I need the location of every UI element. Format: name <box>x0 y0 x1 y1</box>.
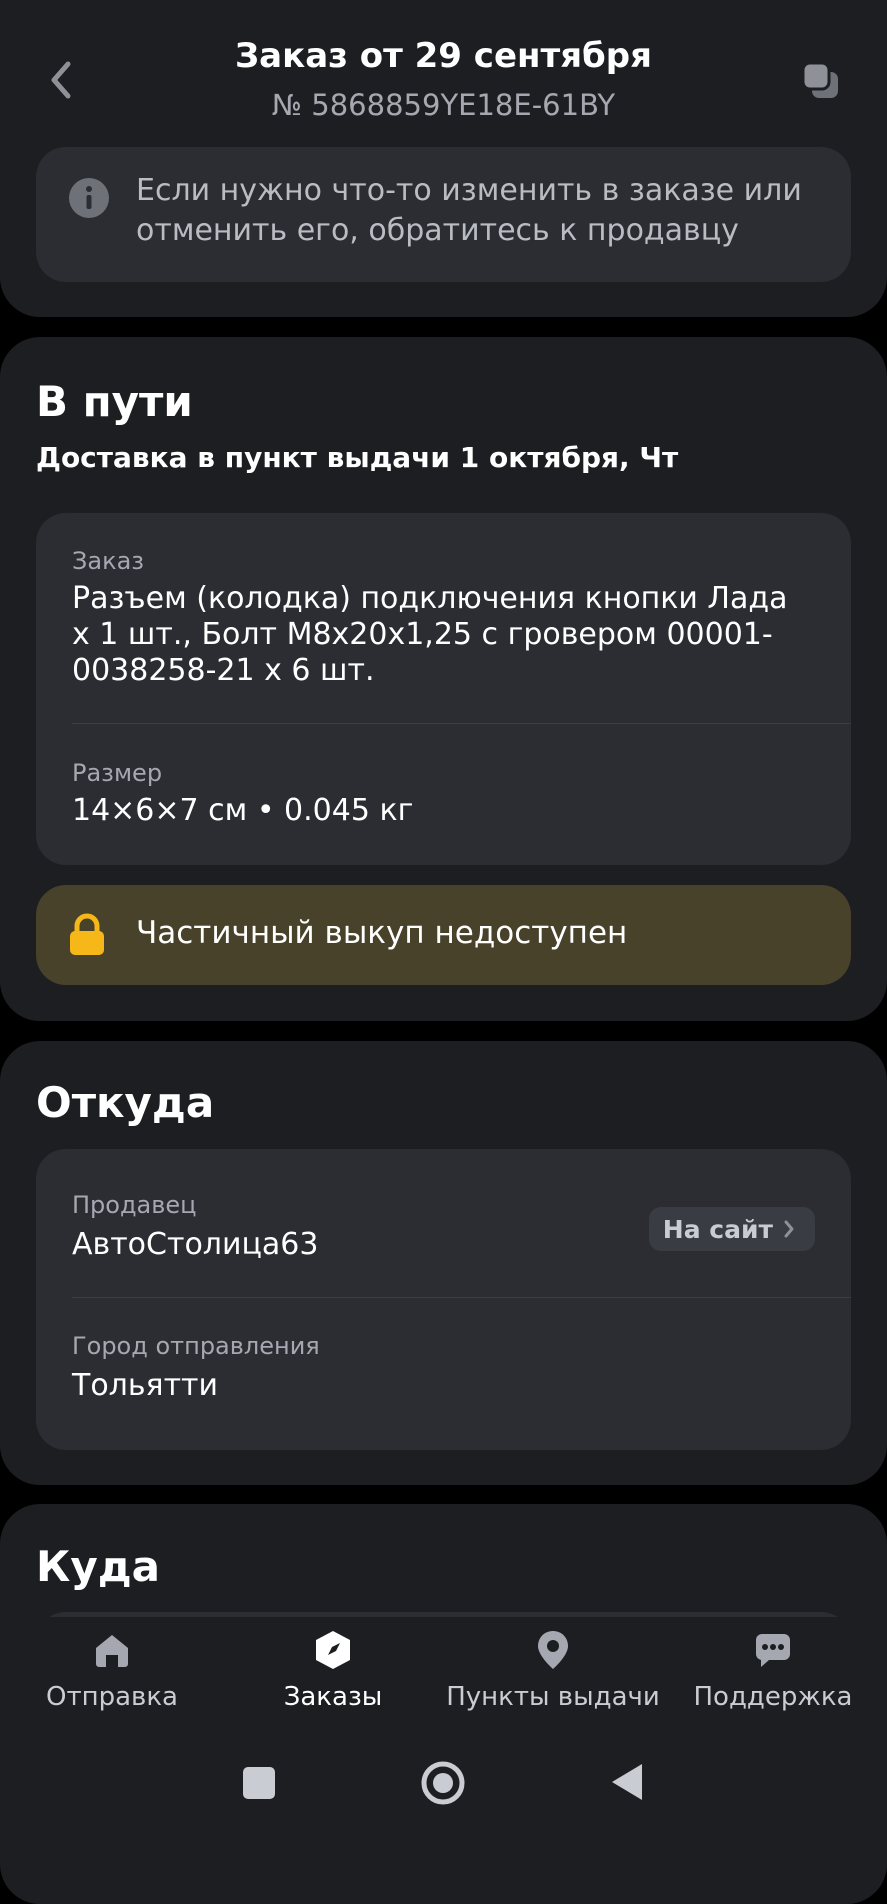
to-site-label: На сайт <box>662 1214 773 1244</box>
city-label: Город отправления <box>72 1332 320 1360</box>
delivery-date: Доставка в пункт выдачи 1 октября, Чт <box>36 441 679 474</box>
partial-buyout-banner: Частичный выкуп недоступен <box>36 885 851 985</box>
size-label: Размер <box>72 759 163 787</box>
divider <box>72 723 851 724</box>
from-title: Откуда <box>36 1078 215 1127</box>
size-value: 14×6×7 см • 0.045 кг <box>72 793 414 828</box>
nav-label-orders: Заказы <box>283 1682 383 1712</box>
to-title: Куда <box>36 1542 160 1591</box>
order-number: № 5868859YE18E-61BY <box>271 88 616 122</box>
nav-item-send[interactable]: Отправка <box>2 1628 222 1712</box>
map-pin-icon <box>538 1631 568 1669</box>
lock-icon <box>70 913 104 955</box>
chevron-right-icon <box>784 1220 794 1238</box>
nav-item-orders[interactable]: Заказы <box>223 1628 443 1712</box>
to-site-button[interactable]: На сайт <box>648 1207 815 1251</box>
copy-icon[interactable] <box>800 60 842 102</box>
status-title: В пути <box>36 377 193 426</box>
home-circle-icon[interactable] <box>420 1760 466 1806</box>
status-card: В пути Доставка в пункт выдачи 1 октября… <box>0 337 887 1021</box>
recents-icon[interactable] <box>242 1766 276 1800</box>
nav-label-send: Отправка <box>45 1682 178 1712</box>
nav-item-support[interactable]: Поддержка <box>663 1628 883 1712</box>
info-text: Если нужно что-то изменить в заказе или … <box>136 173 802 248</box>
from-card: Откуда Продавец АвтоСтолица63 На сайт Го… <box>0 1041 887 1485</box>
seller-value: АвтоСтолица63 <box>72 1227 319 1262</box>
order-items: Разъем (колодка) подключения кнопки Лада… <box>72 581 788 688</box>
order-label: Заказ <box>72 547 145 575</box>
city-value: Тольятти <box>72 1368 219 1403</box>
seller-label: Продавец <box>72 1191 197 1219</box>
box-icon <box>316 1631 350 1669</box>
header-card: Заказ от 29 сентября № 5868859YE18E-61BY… <box>0 0 887 317</box>
nav-item-pickup-points[interactable]: Пункты выдачи <box>443 1628 663 1712</box>
nav-label-support: Поддержка <box>693 1682 853 1712</box>
partial-buyout-text: Частичный выкуп недоступен <box>136 915 628 951</box>
info-icon <box>69 178 109 218</box>
chat-icon <box>755 1634 790 1667</box>
nav-label-pickup-points: Пункты выдачи <box>446 1682 660 1712</box>
home-icon <box>96 1635 128 1667</box>
back-triangle-icon[interactable] <box>610 1762 644 1802</box>
info-notice: Если нужно что-то изменить в заказе или … <box>36 147 851 282</box>
page-title: Заказ от 29 сентября <box>235 36 652 76</box>
from-details: Продавец АвтоСтолица63 На сайт Город отп… <box>36 1149 851 1450</box>
order-details: Заказ Разъем (колодка) подключения кнопк… <box>36 513 851 865</box>
divider <box>72 1297 851 1298</box>
